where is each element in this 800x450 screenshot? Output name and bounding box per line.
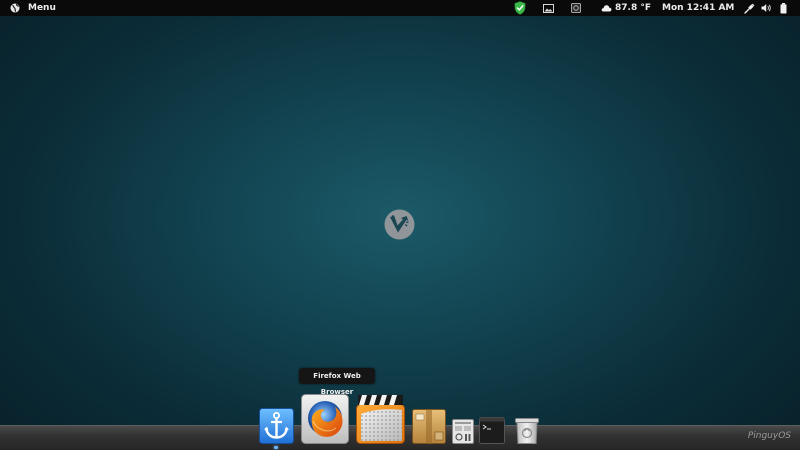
terminal-launcher[interactable] xyxy=(479,417,505,444)
dock-tooltip: Firefox Web Browser xyxy=(299,368,375,396)
weather-temperature: 87.8 °F xyxy=(615,3,651,13)
brand-watermark: PinguyOS xyxy=(747,431,791,441)
archive-manager-launcher[interactable] xyxy=(412,409,446,444)
terminal-icon xyxy=(479,417,505,444)
battery-indicator[interactable] xyxy=(780,0,787,16)
firefox-launcher[interactable] xyxy=(301,394,349,444)
top-panel: Menu 87.8 °F Mon 12:41 AM xyxy=(0,0,800,16)
monitor-icon xyxy=(571,3,581,13)
shield-check-icon xyxy=(514,1,526,15)
media-player-launcher[interactable] xyxy=(356,394,405,444)
trash-icon xyxy=(515,418,539,444)
applications-menu-button[interactable]: Menu xyxy=(10,0,56,16)
clock[interactable]: Mon 12:41 AM xyxy=(662,0,734,16)
trash-launcher[interactable] xyxy=(513,418,541,444)
update-manager-indicator[interactable] xyxy=(514,0,526,16)
system-monitor-indicator[interactable] xyxy=(571,0,581,16)
battery-icon xyxy=(780,2,787,14)
system-settings-launcher[interactable] xyxy=(452,419,474,444)
screenshot-indicator[interactable] xyxy=(543,0,554,16)
active-app-indicator xyxy=(274,446,278,449)
menu-label: Menu xyxy=(28,3,56,13)
network-plug-icon xyxy=(744,3,755,14)
speaker-icon xyxy=(761,4,771,12)
network-indicator[interactable] xyxy=(744,0,755,16)
anchor-icon xyxy=(259,408,294,444)
firefox-icon xyxy=(301,394,349,444)
volume-indicator[interactable] xyxy=(761,0,772,16)
image-icon xyxy=(543,3,554,13)
archive-box-icon xyxy=(412,409,446,444)
media-player-icon xyxy=(356,395,405,444)
dock-anchor-launcher[interactable] xyxy=(259,408,294,444)
clock-label: Mon 12:41 AM xyxy=(662,3,735,13)
pinguy-logo-icon xyxy=(384,209,415,240)
globe-icon xyxy=(10,3,20,13)
weather-indicator[interactable]: 87.8 °F xyxy=(601,0,651,16)
settings-panel-icon xyxy=(452,419,474,444)
cloud-icon xyxy=(601,5,612,12)
